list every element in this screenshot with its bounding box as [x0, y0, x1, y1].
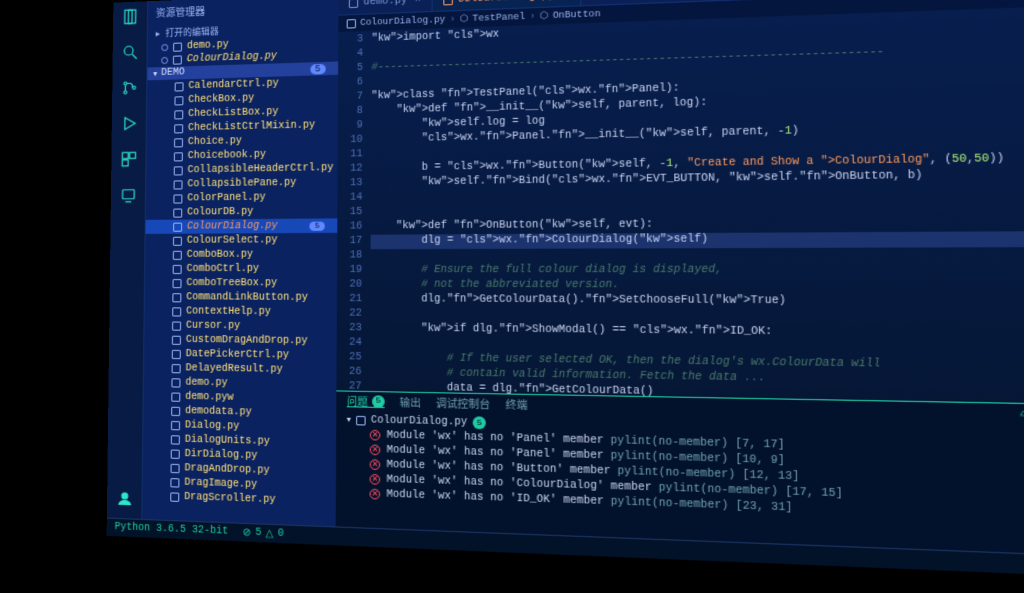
file-item[interactable]: ContextHelp.py: [145, 304, 337, 320]
accounts-icon[interactable]: [115, 490, 133, 513]
file-list: CalendarCtrl.pyCheckBox.pyCheckListBox.p…: [142, 75, 338, 527]
error-icon: ⊘: [243, 526, 252, 539]
file-item[interactable]: ComboCtrl.py: [145, 262, 337, 276]
line-gutter: 3456789101112131415161718192021222324252…: [336, 31, 371, 391]
error-icon: ✕: [370, 474, 381, 485]
code-editor[interactable]: 3456789101112131415161718192021222324252…: [336, 5, 1024, 404]
error-icon: ✕: [370, 445, 381, 456]
file-item[interactable]: CommandLinkButton.py: [145, 290, 337, 305]
status-python[interactable]: Python 3.6.5 32-bit: [115, 522, 229, 538]
panel-tab[interactable]: 终端: [506, 398, 528, 411]
debug-icon[interactable]: [120, 114, 138, 136]
code-content[interactable]: "kw">import "cls">wx#-------------------…: [370, 5, 1024, 404]
activity-bar: [107, 1, 148, 519]
status-problems[interactable]: ⊘5 △0: [243, 526, 284, 540]
file-item[interactable]: ColourDialog.py5: [146, 218, 338, 234]
file-item[interactable]: ColourSelect.py: [145, 233, 337, 248]
explorer-icon[interactable]: [121, 8, 139, 30]
panel-tab[interactable]: 问题5: [347, 395, 385, 408]
extensions-icon[interactable]: [119, 150, 137, 172]
error-icon: ✕: [370, 430, 381, 441]
folder-name: DEMO: [161, 67, 185, 79]
error-icon: ✕: [370, 459, 381, 470]
folder-problem-count: 5: [310, 63, 326, 74]
search-icon[interactable]: [121, 43, 139, 65]
source-control-icon[interactable]: [120, 79, 138, 101]
file-item[interactable]: ComboTreeBox.py: [145, 276, 337, 291]
panel-tab[interactable]: 输出: [400, 396, 421, 409]
editor-area: demo.py×ColourDialog.py ColourDialog.py›…: [336, 0, 1024, 556]
file-item[interactable]: ColourDB.py: [146, 204, 338, 220]
panel-tab[interactable]: 调试控制台: [436, 396, 490, 410]
panel-filter[interactable]: ▱: [1020, 407, 1024, 421]
warning-icon: △: [265, 527, 273, 540]
error-icon: ✕: [369, 489, 380, 500]
file-item[interactable]: ComboBox.py: [145, 247, 337, 262]
explorer-sidebar: 资源管理器 ▸ 打开的编辑器 demo.pyColourDialog.py ▾ …: [142, 0, 338, 526]
remote-icon[interactable]: [119, 186, 137, 208]
close-icon[interactable]: ×: [415, 0, 421, 7]
